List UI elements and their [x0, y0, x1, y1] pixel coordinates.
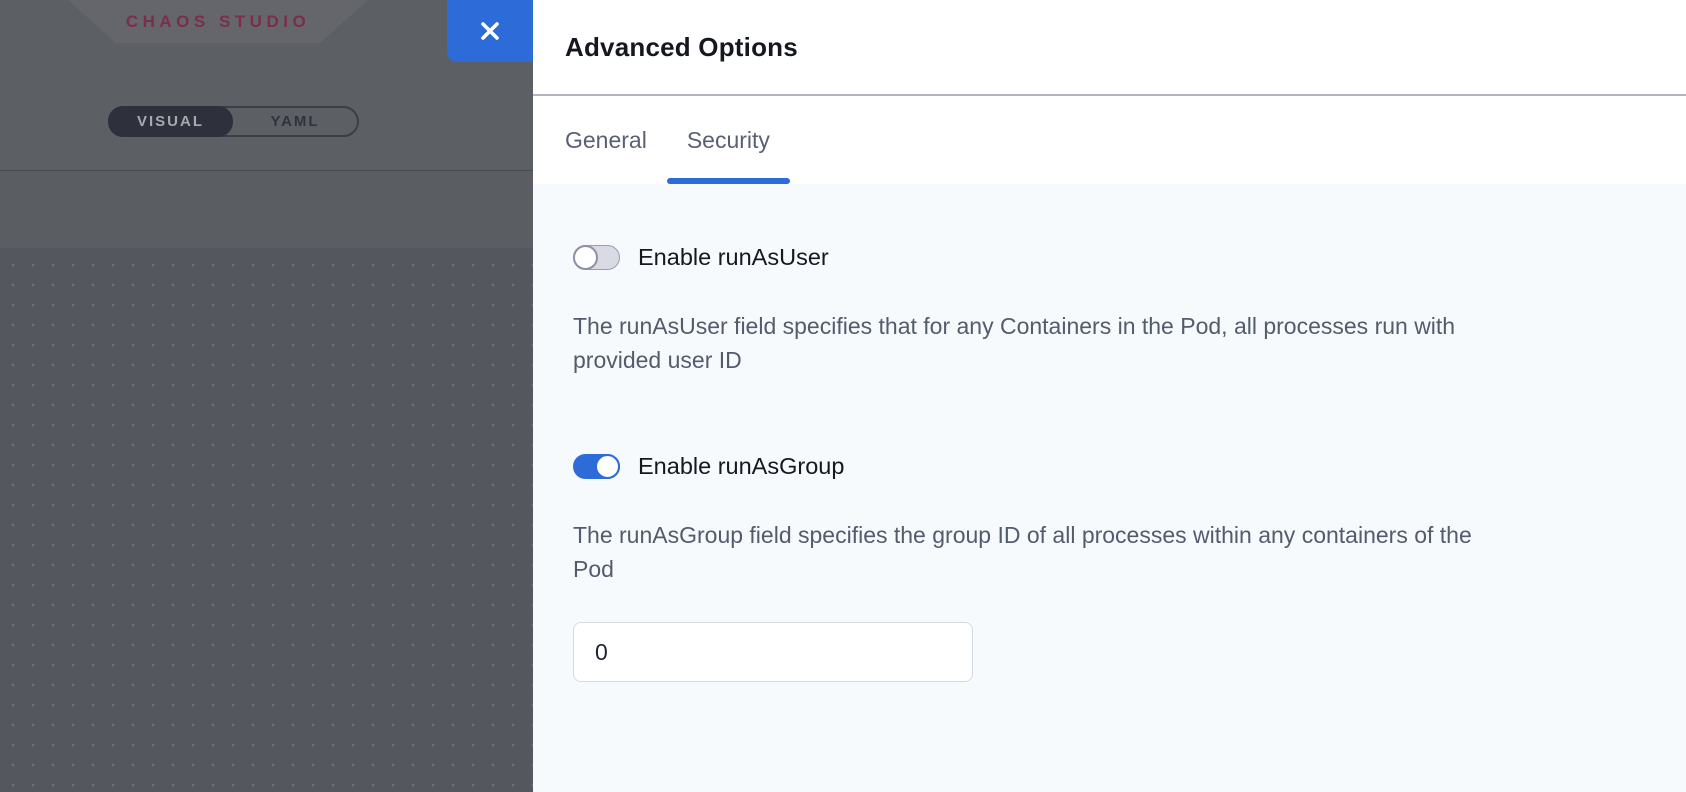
advanced-options-drawer: Advanced Options General Security Enable… — [533, 0, 1686, 792]
workflow-canvas-dot-grid — [0, 248, 533, 792]
run-as-group-section: Enable runAsGroup The runAsGroup field s… — [573, 453, 1646, 682]
dimmed-background-app: CHAOS STUDIO VISUAL YAML — [0, 0, 533, 792]
run-as-user-description: The runAsUser field specifies that for a… — [573, 309, 1508, 377]
chaos-studio-logo-banner: CHAOS STUDIO — [68, 0, 368, 43]
tab-active-underline — [667, 178, 790, 184]
run-as-user-toggle[interactable] — [573, 245, 620, 270]
drawer-header: Advanced Options — [533, 0, 1686, 96]
run-as-user-section: Enable runAsUser The runAsUser field spe… — [573, 244, 1646, 377]
tab-security-label: Security — [687, 127, 770, 154]
drawer-title: Advanced Options — [565, 32, 798, 63]
visual-yaml-switch[interactable]: VISUAL YAML — [108, 106, 359, 137]
toggle-knob — [573, 245, 598, 270]
drawer-tabbar: General Security — [533, 96, 1686, 184]
tab-general[interactable]: General — [545, 96, 667, 184]
app-toolbar — [0, 172, 533, 248]
run-as-group-description: The runAsGroup field specifies the group… — [573, 518, 1508, 586]
run-as-user-toggle-row: Enable runAsUser — [573, 244, 1646, 271]
visual-tab[interactable]: VISUAL — [108, 106, 233, 137]
security-tab-content: Enable runAsUser The runAsUser field spe… — [533, 184, 1686, 792]
run-as-group-toggle-label: Enable runAsGroup — [638, 453, 844, 480]
run-as-group-value-input[interactable] — [573, 622, 973, 682]
close-drawer-button[interactable] — [447, 0, 533, 62]
run-as-user-toggle-label: Enable runAsUser — [638, 244, 829, 271]
tab-general-label: General — [565, 127, 647, 154]
chaos-studio-logo-text: CHAOS STUDIO — [126, 12, 310, 32]
close-icon — [478, 19, 502, 43]
tab-security[interactable]: Security — [667, 96, 790, 184]
toggle-knob — [595, 454, 620, 479]
run-as-group-toggle[interactable] — [573, 454, 620, 479]
run-as-group-toggle-row: Enable runAsGroup — [573, 453, 1646, 480]
yaml-tab[interactable]: YAML — [233, 108, 357, 135]
